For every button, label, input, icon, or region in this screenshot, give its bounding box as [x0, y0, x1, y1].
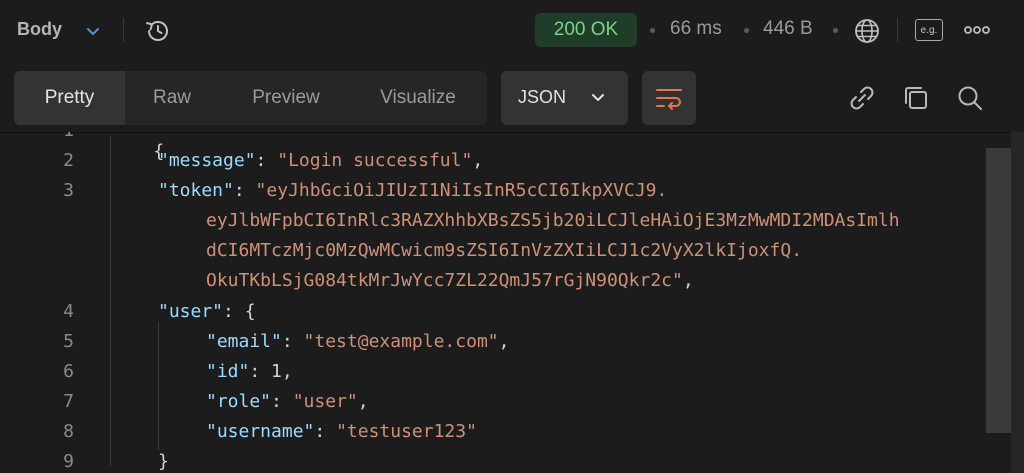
brace: { [244, 301, 256, 322]
code-line: "role": "user", [206, 391, 369, 412]
line-number: 2 [63, 150, 74, 171]
link-icon[interactable] [846, 82, 878, 114]
tab-visualize[interactable]: Visualize [364, 71, 472, 125]
code-line: "email": "test@example.com", [206, 331, 509, 352]
divider [123, 18, 124, 42]
comma: , [281, 361, 293, 382]
chevron-down-icon[interactable] [84, 22, 102, 40]
code-line: "user": { [158, 301, 256, 322]
more-icon[interactable] [962, 20, 992, 40]
view-tabs: Pretty Raw Preview Visualize [14, 71, 487, 125]
line-number: 1 [0, 132, 74, 141]
comma: , [357, 391, 369, 412]
line-number: 6 [63, 361, 74, 382]
colon: : [255, 150, 278, 171]
response-header: Body 200 OK 66 ms 446 B e.g. [0, 0, 1024, 60]
colon: : [281, 331, 304, 352]
chevron-down-icon [592, 94, 604, 101]
json-string: "Login successful" [277, 150, 473, 171]
code-line: "message": "Login successful", [158, 150, 483, 171]
json-key: "email" [206, 331, 282, 352]
json-key: "token" [158, 180, 234, 201]
body-label[interactable]: Body [17, 19, 62, 40]
colon: : [233, 180, 256, 201]
response-body-editor[interactable]: 1 2 3 4 5 6 7 8 9 { "message": "Login su… [0, 132, 1024, 473]
json-string: eyJlbWFpbCI6InRlc3RAZXhhbXBsZS5jb20iLCJl… [206, 210, 900, 231]
divider [897, 18, 898, 42]
json-string: "testuser123" [336, 421, 477, 442]
wrap-lines-button[interactable] [642, 71, 696, 125]
line-number: 7 [63, 391, 74, 412]
json-key: "username" [206, 421, 315, 442]
vertical-scrollbar[interactable] [986, 148, 1011, 433]
comma: , [498, 331, 510, 352]
wrap-lines-icon [656, 89, 682, 110]
json-string: "test@example.com" [303, 331, 499, 352]
scroll-gutter [1011, 132, 1024, 473]
code-line-wrap: eyJlbWFpbCI6InRlc3RAZXhhbXBsZS5jb20iLCJl… [206, 210, 900, 231]
json-key: "message" [158, 150, 256, 171]
history-icon[interactable] [144, 17, 172, 45]
json-string: OkuTKbLSjG084tkMrJwYcc7ZL22QmJ57rGjN90Qk… [206, 270, 683, 291]
json-string: "user" [292, 391, 358, 412]
brace: } [158, 451, 169, 472]
tab-preview[interactable]: Preview [234, 71, 338, 125]
json-key: "user" [158, 301, 224, 322]
line-number: 9 [63, 451, 74, 472]
line-number: 4 [63, 301, 74, 322]
code-line: { [110, 132, 164, 183]
comma: , [472, 150, 484, 171]
example-icon[interactable]: e.g. [915, 19, 943, 41]
copy-icon[interactable] [900, 82, 932, 114]
indent-guide [110, 136, 111, 466]
colon: : [249, 361, 272, 382]
code-line: "token": "eyJhbGciOiJIUzI1NiIsInR5cCI6Ik… [158, 180, 667, 201]
json-number: 1 [271, 361, 282, 382]
format-select[interactable]: JSON [501, 71, 628, 125]
json-key: "role" [206, 391, 272, 412]
comma: , [682, 270, 694, 291]
code-line: "username": "testuser123" [206, 421, 477, 442]
code-line: } [158, 451, 169, 472]
separator-dot [650, 28, 655, 33]
json-string: dCI6MTczMjc0MzQwMCwicm9sZSI6InVzZXIiLCJ1… [206, 240, 803, 261]
line-number: 8 [63, 421, 74, 442]
line-number: 5 [63, 331, 74, 352]
json-string: "eyJhbGciOiJIUzI1NiIsInR5cCI6IkpXVCJ9. [255, 180, 668, 201]
code-line-wrap: dCI6MTczMjc0MzQwMCwicm9sZSI6InVzZXIiLCJ1… [206, 240, 802, 261]
colon: : [314, 421, 337, 442]
separator-dot [833, 28, 838, 33]
separator-dot [744, 28, 749, 33]
line-number: 3 [63, 180, 74, 201]
tab-raw[interactable]: Raw [131, 71, 213, 125]
response-size[interactable]: 446 B [763, 18, 813, 40]
colon: : [223, 301, 245, 322]
response-time[interactable]: 66 ms [670, 18, 722, 40]
search-icon[interactable] [954, 82, 986, 114]
colon: : [271, 391, 293, 412]
json-key: "id" [206, 361, 250, 382]
indent-guide [158, 322, 159, 450]
format-label: JSON [518, 87, 567, 107]
code-line-wrap: OkuTKbLSjG084tkMrJwYcc7ZL22QmJ57rGjN90Qk… [206, 270, 694, 291]
globe-icon[interactable] [853, 17, 881, 45]
code-line: "id": 1, [206, 361, 293, 382]
status-badge[interactable]: 200 OK [535, 13, 637, 47]
tab-pretty[interactable]: Pretty [14, 71, 125, 125]
